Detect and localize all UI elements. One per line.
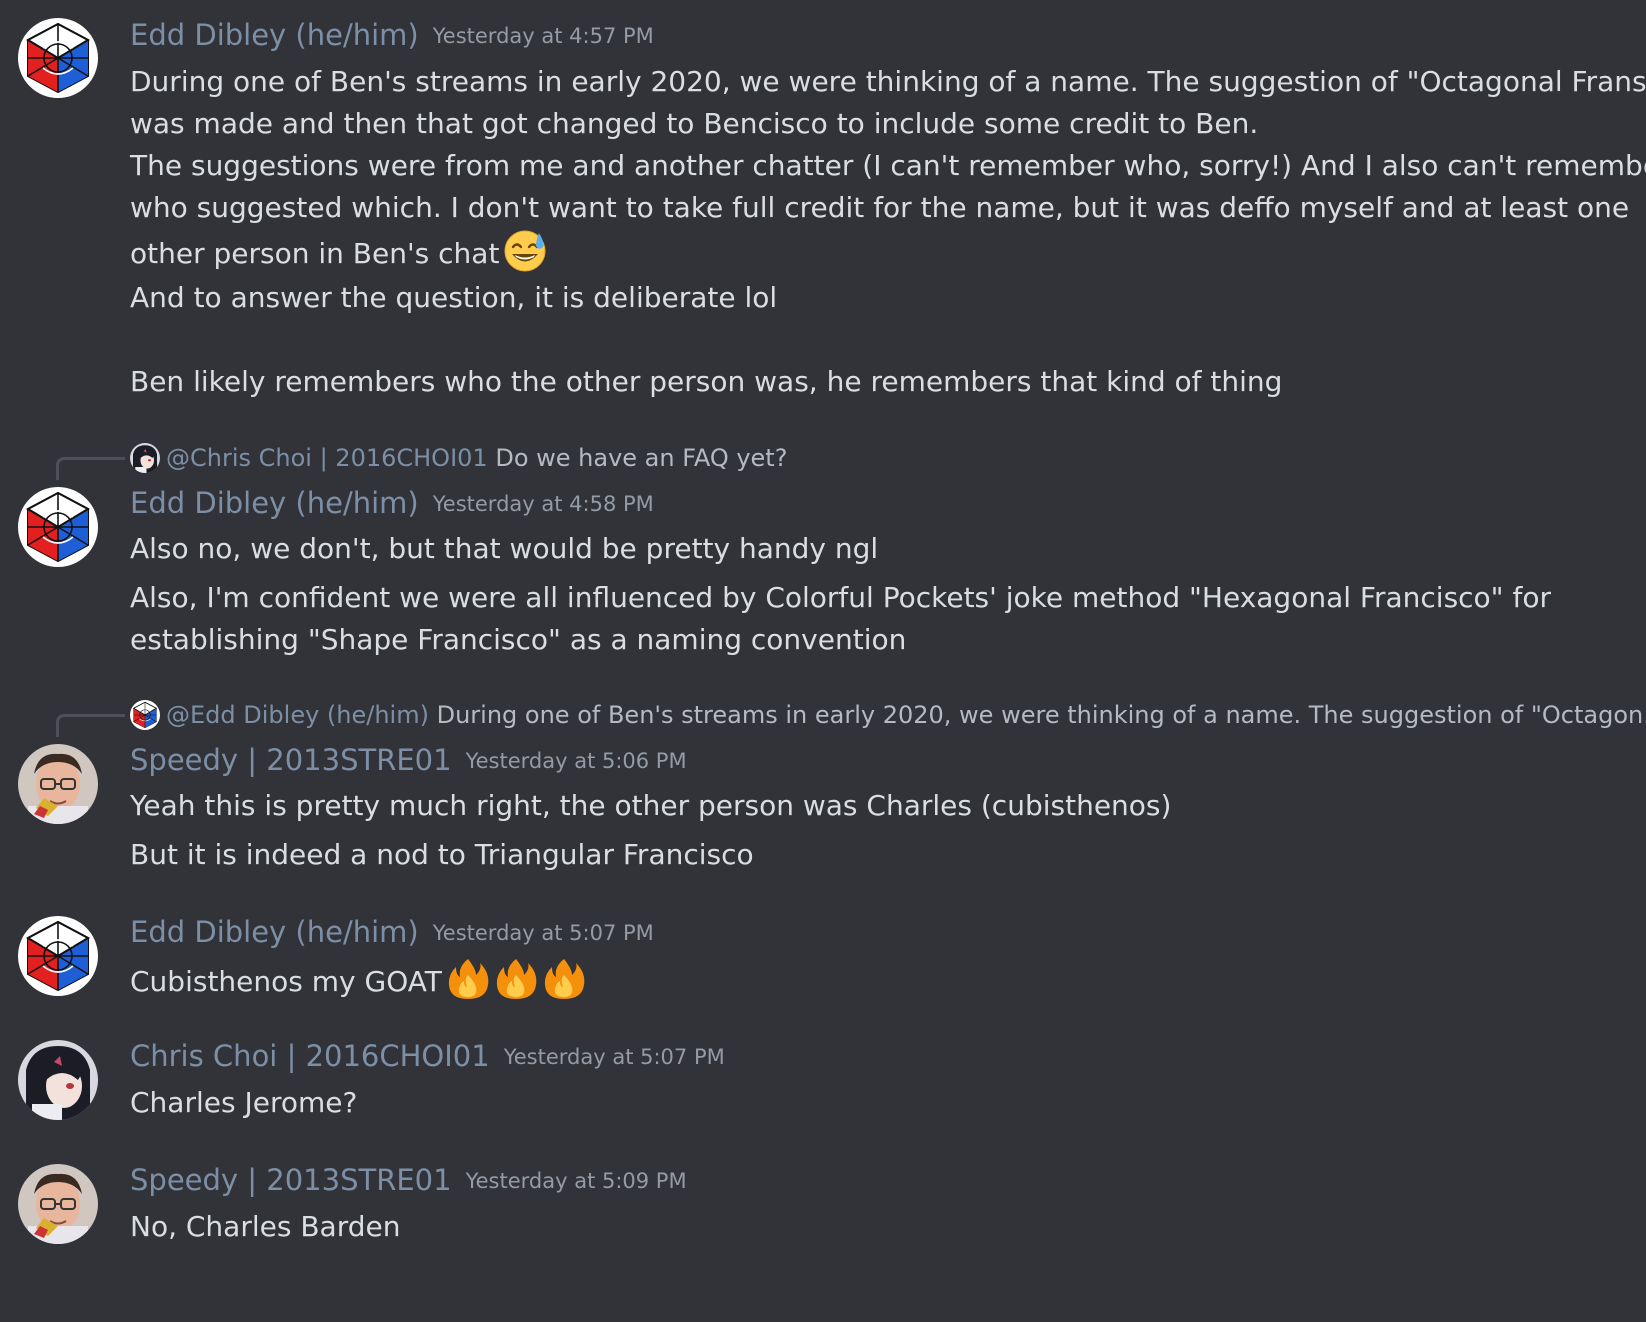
message-line: During one of Ben's streams in early 202… [130, 65, 1646, 98]
author-name[interactable]: Speedy | 2013STRE01 [130, 743, 452, 777]
fire-emoji-icon [446, 957, 490, 1001]
message-line: The suggestions were from me and another… [130, 149, 1646, 182]
reply-spine [56, 457, 125, 480]
message-line: Also no, we don't, but that would be pre… [130, 532, 879, 565]
avatar-chris-choi[interactable] [18, 1040, 98, 1120]
message-header: Edd Dibley (he/him) Yesterday at 4:58 PM [130, 486, 654, 520]
message-line: establishing "Shape Francisco" as a nami… [130, 623, 907, 656]
user-photo-icon [18, 1164, 98, 1244]
avatar-edd-dibley[interactable] [18, 487, 98, 567]
cube-logo-icon [18, 487, 98, 567]
message-line: who suggested which. I don't want to tak… [130, 191, 1630, 224]
message-header: Edd Dibley (he/him) Yesterday at 4:57 PM [130, 18, 654, 52]
reply-author[interactable]: @Chris Choi | 2016CHOI01 [166, 444, 488, 472]
timestamp: Yesterday at 4:57 PM [432, 24, 654, 48]
cube-logo-icon [18, 916, 98, 996]
timestamp: Yesterday at 5:07 PM [503, 1045, 725, 1069]
timestamp: Yesterday at 4:58 PM [432, 492, 654, 516]
message-text: other person in Ben's chat [130, 237, 500, 270]
fire-emoji-icon [542, 957, 586, 1001]
reply-text: Do we have an FAQ yet? [495, 444, 788, 472]
avatar-speedy[interactable] [18, 1164, 98, 1244]
author-name[interactable]: Edd Dibley (he/him) [130, 486, 419, 520]
timestamp: Yesterday at 5:07 PM [432, 921, 654, 945]
reply-text: During one of Ben's streams in early 202… [436, 701, 1646, 729]
author-name[interactable]: Edd Dibley (he/him) [130, 18, 419, 52]
message-line-with-emoji: other person in Ben's chat [130, 229, 547, 276]
author-name[interactable]: Chris Choi | 2016CHOI01 [130, 1039, 490, 1073]
reply-avatar [130, 700, 160, 730]
reply-author[interactable]: @Edd Dibley (he/him) [166, 701, 429, 729]
message-header: Edd Dibley (he/him) Yesterday at 5:07 PM [130, 915, 654, 949]
message-text: Cubisthenos my GOAT [130, 965, 442, 998]
message-line-with-emoji: Cubisthenos my GOAT [130, 957, 586, 1004]
author-name[interactable]: Edd Dibley (he/him) [130, 915, 419, 949]
author-name[interactable]: Speedy | 2013STRE01 [130, 1163, 452, 1197]
avatar-speedy[interactable] [18, 744, 98, 824]
message-line: was made and then that got changed to Be… [130, 107, 1259, 140]
anime-avatar-icon [18, 1040, 98, 1120]
message-header: Speedy | 2013STRE01 Yesterday at 5:06 PM [130, 743, 687, 777]
reply-avatar [130, 443, 160, 473]
message-line: Charles Jerome? [130, 1086, 358, 1119]
sweat-smile-emoji-icon [503, 229, 547, 273]
user-photo-icon [18, 744, 98, 824]
message-header: Speedy | 2013STRE01 Yesterday at 5:09 PM [130, 1163, 687, 1197]
timestamp: Yesterday at 5:09 PM [465, 1169, 687, 1193]
timestamp: Yesterday at 5:06 PM [465, 749, 687, 773]
avatar-edd-dibley[interactable] [18, 18, 98, 98]
reply-preview[interactable]: @Chris Choi | 2016CHOI01 Do we have an F… [130, 441, 787, 475]
avatar-edd-dibley[interactable] [18, 916, 98, 996]
message-line: And to answer the question, it is delibe… [130, 281, 778, 314]
message-line: Yeah this is pretty much right, the othe… [130, 789, 1172, 822]
message-line: But it is indeed a nod to Triangular Fra… [130, 838, 754, 871]
reply-spine [56, 714, 125, 737]
message-line: No, Charles Barden [130, 1210, 401, 1243]
cube-logo-icon [18, 18, 98, 98]
message-line: Ben likely remembers who the other perso… [130, 365, 1283, 398]
reply-preview[interactable]: @Edd Dibley (he/him) During one of Ben's… [130, 698, 1646, 732]
message-line: Also, I'm confident we were all influenc… [130, 581, 1551, 614]
message-header: Chris Choi | 2016CHOI01 Yesterday at 5:07… [130, 1039, 725, 1073]
fire-emoji-icon [494, 957, 538, 1001]
